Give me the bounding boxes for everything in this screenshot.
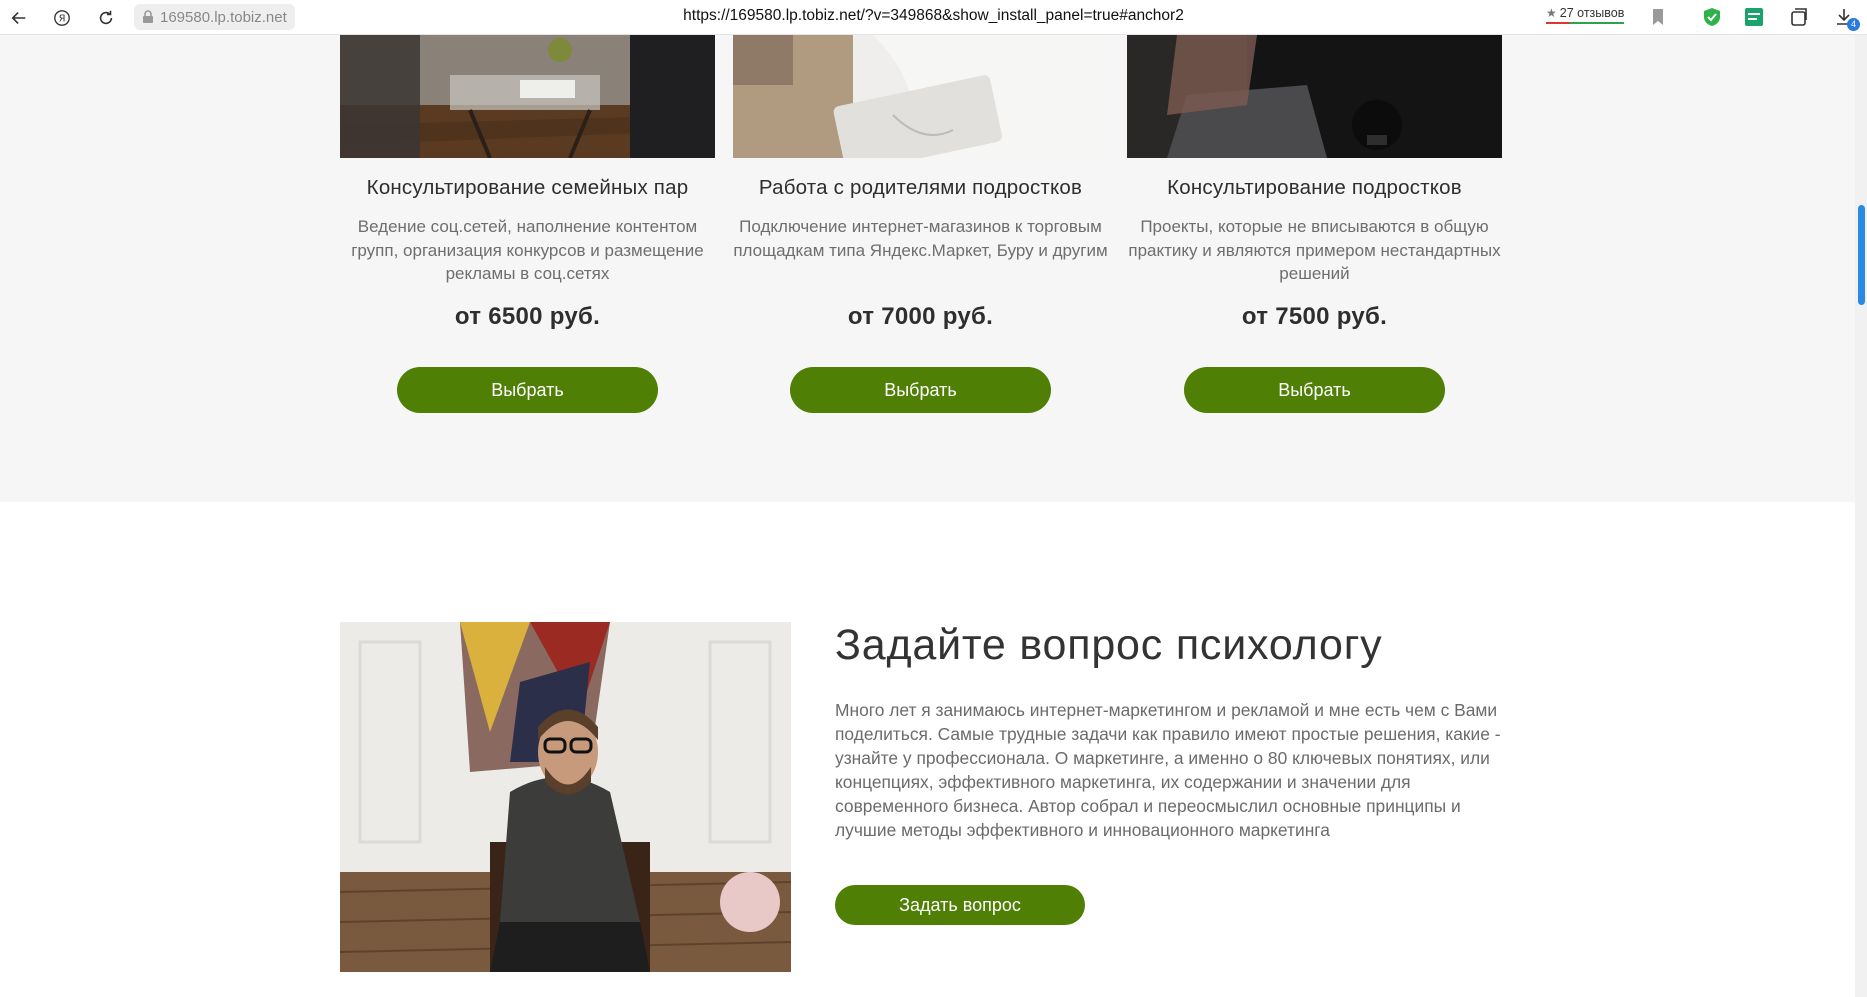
collections-button[interactable] [1787,5,1811,29]
collections-icon [1791,8,1807,26]
psychologist-photo [340,622,791,972]
bookmark-button[interactable] [1646,5,1670,29]
service-description: Подключение интернет-магазинов к торговы… [733,217,1108,260]
reviews-text: 27 отзывов [1559,6,1625,20]
service-price: от 7500 руб. [1241,303,1388,330]
shield-icon [1704,8,1720,26]
service-price: от 6500 руб. [454,303,601,330]
reviews-badge[interactable]: ★ 27 отзывов [1546,6,1625,24]
star-icon: ★ [1546,6,1557,20]
browser-toolbar: Я 169580.lp.tobiz.net https://169580.lp.… [0,0,1867,35]
page-scrollbar[interactable] [1855,35,1867,997]
service-description: Проекты, которые не вписываются в общую … [1128,217,1501,283]
download-count-badge: 4 [1847,18,1860,31]
service-description: Ведение соц.сетей, наполнение контентом … [351,217,704,283]
select-button[interactable]: Выбрать [397,367,658,413]
select-button[interactable]: Выбрать [1184,367,1445,413]
service-photo-couples [340,35,715,158]
select-button[interactable]: Выбрать [790,367,1051,413]
downloads-button[interactable]: 4 [1832,5,1860,31]
ask-question-button[interactable]: Задать вопрос [835,885,1085,925]
page-viewport: Консультирование семейных пар Ведение со… [0,35,1855,997]
services-section: Консультирование семейных пар Ведение со… [0,35,1855,502]
extension-button[interactable] [1742,5,1766,29]
service-price: от 7000 руб. [847,303,994,330]
ask-text: Много лет я занимаюсь интернет-маркетинг… [835,700,1501,840]
bookmark-icon [1653,9,1663,25]
protect-button[interactable] [1700,5,1724,29]
service-photo-teens [1127,35,1502,158]
extension-icon [1745,8,1763,26]
rating-underline [1546,22,1625,24]
scrollbar-thumb[interactable] [1858,205,1865,305]
ask-title: Задайте вопрос психологу [835,621,1383,669]
service-photo-parents [733,35,1108,158]
service-title: Работа с родителями подростков [758,176,1083,199]
service-title: Консультирование семейных пар [366,176,689,199]
service-title: Консультирование подростков [1167,176,1462,199]
